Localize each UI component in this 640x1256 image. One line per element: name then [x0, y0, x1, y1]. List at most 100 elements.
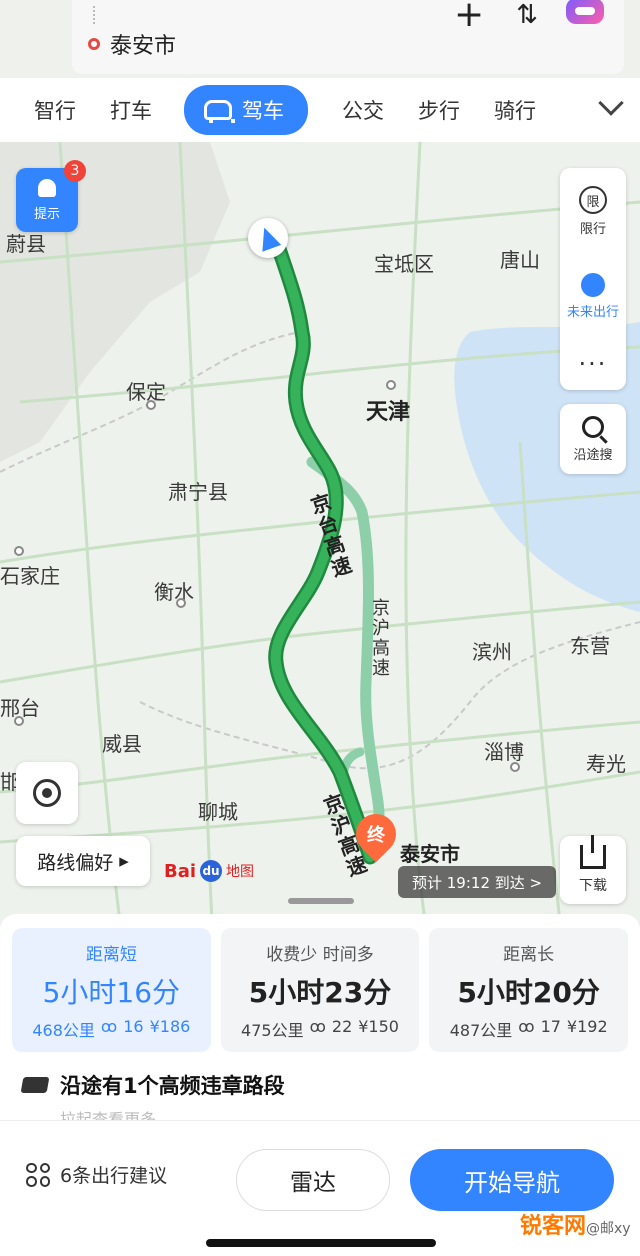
route-duration: 5小时23分	[248, 975, 392, 1009]
destination-row[interactable]: 泰安市	[88, 28, 176, 60]
route-tag: 收费少 时间多	[266, 944, 374, 965]
traffic-light-icon: ꝏ	[100, 1016, 118, 1036]
city-label: 滨州	[472, 640, 512, 664]
route-option[interactable]: 距离长 5小时20分 487公里 ꝏ 17 ¥192	[429, 928, 629, 1052]
paw-icon: du	[200, 860, 223, 882]
tips-label: 提示	[33, 206, 60, 222]
city-label: 衡水	[154, 580, 194, 604]
city-dot	[14, 546, 24, 556]
more-icon: ···	[578, 350, 608, 378]
destination-text[interactable]: 泰安市	[110, 28, 176, 60]
city-label: 淄博	[484, 740, 524, 764]
city-label: 天津	[366, 400, 411, 425]
tips-badge: 3	[64, 160, 86, 182]
city-label: 唐山	[500, 248, 540, 272]
destination-dot-icon	[88, 38, 100, 50]
city-dot	[510, 762, 520, 772]
grid-icon	[26, 1162, 50, 1187]
limit-icon: 限	[579, 186, 607, 214]
download-button[interactable]: 下载	[560, 835, 626, 904]
logo-sub: 地图	[226, 864, 255, 880]
search-icon	[582, 415, 604, 438]
download-label: 下载	[579, 878, 607, 894]
search-along-label: 沿途搜	[573, 447, 613, 463]
locate-button[interactable]	[16, 762, 78, 824]
tab-smart[interactable]: 智行	[34, 95, 76, 125]
route-distance: 487公里	[449, 1020, 513, 1040]
travel-suggestions-button[interactable]: 6条出行建议	[26, 1161, 167, 1188]
city-dot	[386, 380, 396, 390]
route-distance: 468公里	[32, 1020, 95, 1040]
route-connector	[93, 6, 95, 24]
swap-icon[interactable]: ⇅	[516, 0, 538, 30]
route-lights: 17	[540, 1016, 561, 1036]
route-options: 距离短 5小时16分 468公里 ꝏ 16 ¥186 收费少 时间多 5小时23分…	[12, 928, 629, 1052]
tab-taxi[interactable]: 打车	[110, 95, 152, 125]
city-dot	[176, 598, 186, 608]
destination-map-label: 泰安市	[400, 842, 460, 866]
car-icon	[204, 100, 235, 123]
future-travel-label: 未来出行	[566, 305, 619, 320]
route-toll: ¥192	[566, 1016, 608, 1036]
home-indicator	[206, 1239, 436, 1247]
more-tools-button[interactable]: ···	[578, 350, 608, 378]
route-detail: 468公里 ꝏ 16 ¥186	[32, 1017, 190, 1041]
locate-icon	[33, 779, 61, 807]
city-dot	[14, 716, 24, 726]
eta-pill[interactable]: 预计 19:12 到达 >	[398, 866, 557, 898]
tab-drive[interactable]: 驾车	[184, 85, 308, 135]
baidu-map-logo: Bai du 地图	[164, 860, 254, 882]
city-label: 威县	[102, 732, 142, 756]
route-option[interactable]: 距离短 5小时16分 468公里 ꝏ 16 ¥186	[12, 928, 211, 1052]
chevron-right-icon: ▸	[119, 850, 129, 872]
route-duration: 5小时16分	[42, 975, 181, 1009]
city-label: 肃宁县	[168, 480, 228, 504]
future-travel-button[interactable]: 未来出行	[567, 273, 619, 320]
violation-warning[interactable]: 沿途有1个高频违章路段	[20, 1070, 285, 1100]
app-screen: 泰安市 + ⇅ 智行 打车 驾车 公交 步行 骑行 蔚县 宝坻区 唐山 保定 天…	[0, 0, 640, 1256]
city-label: 石家庄	[0, 564, 60, 588]
suggestions-label: 6条出行建议	[60, 1165, 168, 1187]
tips-button[interactable]: 提示 3	[16, 160, 86, 232]
city-label: 蔚县	[6, 232, 46, 256]
tab-drive-label: 驾车	[242, 99, 284, 123]
clock-icon	[580, 273, 605, 297]
road-label: 京沪高速	[369, 598, 390, 678]
warning-text: 沿途有1个高频违章路段	[60, 1074, 285, 1098]
limit-label: 限行	[579, 222, 606, 237]
city-label: 宝坻区	[374, 252, 434, 276]
map-view[interactable]: 蔚县 宝坻区 唐山 保定 天津 肃宁县 石家庄 衡水 滨州 东营 邢台 威县 淄…	[0, 142, 640, 922]
tab-transit[interactable]: 公交	[342, 95, 384, 125]
assistant-icon[interactable]	[566, 0, 604, 24]
destination-pin-label: 终	[367, 825, 385, 846]
search-along-button[interactable]: 沿途搜	[560, 404, 626, 474]
route-distance: 475公里	[241, 1020, 304, 1040]
route-detail: 487公里 ꝏ 17 ¥192	[450, 1017, 608, 1041]
route-toll: ¥186	[149, 1016, 191, 1036]
watermark-sub: @邮xy	[586, 1221, 631, 1237]
add-waypoint-icon[interactable]: +	[454, 0, 484, 33]
route-preference-button[interactable]: 路线偏好 ▸	[16, 836, 150, 886]
start-location-marker[interactable]	[248, 218, 288, 258]
chevron-down-icon[interactable]	[598, 90, 624, 116]
traffic-light-icon: ꝏ	[518, 1016, 535, 1036]
start-navigation-button[interactable]: 开始导航	[410, 1149, 614, 1211]
route-option[interactable]: 收费少 时间多 5小时23分 475公里 ꝏ 22 ¥150	[220, 928, 420, 1052]
camera-icon	[20, 1077, 50, 1093]
route-lights: 22	[331, 1016, 353, 1036]
radar-button[interactable]: 雷达	[236, 1149, 390, 1211]
logo-text: Bai	[164, 860, 197, 882]
route-search-card: 泰安市 + ⇅	[72, 0, 624, 74]
route-tag: 距离长	[503, 944, 555, 965]
city-label: 东营	[570, 634, 610, 658]
tab-cycle[interactable]: 骑行	[494, 95, 536, 125]
route-toll: ¥150	[358, 1016, 399, 1036]
sheet-drag-handle[interactable]	[288, 898, 354, 904]
watermark: 锐客网@邮xy	[520, 1208, 631, 1240]
tab-walk[interactable]: 步行	[418, 95, 460, 125]
traffic-light-icon: ꝏ	[309, 1016, 326, 1036]
route-lights: 16	[123, 1016, 144, 1036]
traffic-limit-button[interactable]: 限 限行	[579, 186, 607, 237]
route-detail: 475公里 ꝏ 22 ¥150	[241, 1017, 399, 1041]
route-duration: 5小时20分	[457, 975, 600, 1009]
